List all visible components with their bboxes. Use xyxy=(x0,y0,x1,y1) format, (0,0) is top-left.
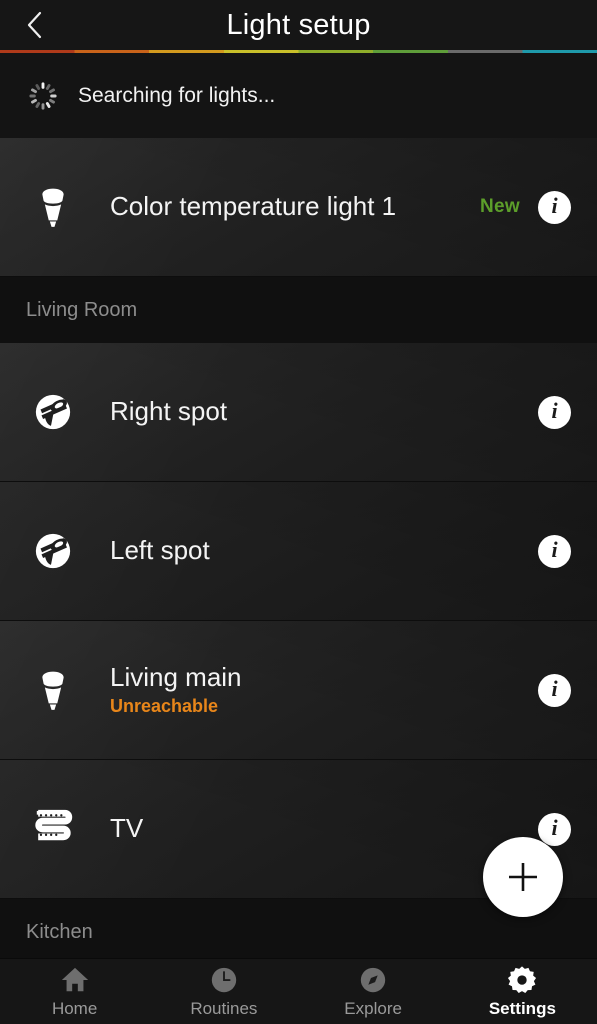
back-button[interactable] xyxy=(8,0,60,50)
room-name: Kitchen xyxy=(26,920,93,943)
light-type-icon xyxy=(26,663,80,717)
light-row-texts: TV xyxy=(110,813,538,844)
light-row[interactable]: Color temperature light 1 New i xyxy=(0,138,597,277)
light-row[interactable]: Living main Unreachable i xyxy=(0,621,597,760)
bottom-navigation: Home Routines Explore Settings xyxy=(0,958,597,1024)
room-name: Living Room xyxy=(26,298,138,321)
light-name: Color temperature light 1 xyxy=(110,191,397,222)
ceiling-spot-icon xyxy=(35,533,71,569)
light-row[interactable]: Left spot i xyxy=(0,482,597,621)
light-name: Living main xyxy=(110,661,242,692)
light-name: Right spot xyxy=(110,396,228,427)
plus-icon xyxy=(509,863,537,891)
light-status: Unreachable xyxy=(110,696,219,717)
light-row-actions: New i xyxy=(480,190,597,224)
nav-label: Home xyxy=(51,999,98,1018)
light-row-actions: i xyxy=(538,534,597,568)
app-header: Light setup xyxy=(0,0,597,50)
page-title: Light setup xyxy=(226,9,371,41)
light-name: TV xyxy=(110,813,144,844)
light-row-actions: i xyxy=(538,673,597,707)
home-icon xyxy=(61,967,88,992)
light-row-actions: i xyxy=(538,812,597,846)
info-icon[interactable]: i xyxy=(538,534,571,568)
light-name: Left spot xyxy=(110,535,210,566)
info-icon[interactable]: i xyxy=(538,395,571,429)
light-type-icon xyxy=(26,802,80,856)
clock-icon xyxy=(211,967,237,993)
searching-status-row: Searching for lights... xyxy=(0,53,597,138)
light-row-texts: Left spot xyxy=(110,535,538,566)
compass-icon-wrap xyxy=(358,964,388,996)
light-type-icon xyxy=(26,180,80,234)
info-icon[interactable]: i xyxy=(538,673,571,707)
light-row-texts: Living main Unreachable xyxy=(110,661,538,718)
info-icon-glyph: i xyxy=(551,398,558,423)
light-type-icon xyxy=(26,385,80,439)
light-row-texts: Color temperature light 1 xyxy=(110,191,480,222)
lightstrip-icon xyxy=(35,809,73,841)
home-icon-wrap xyxy=(60,964,90,996)
compass-icon xyxy=(360,967,386,993)
chevron-left-icon xyxy=(27,11,42,39)
info-icon[interactable]: i xyxy=(538,190,571,224)
clock-icon-wrap xyxy=(209,964,239,996)
bulb-spot-icon xyxy=(42,188,64,227)
light-row-texts: Right spot xyxy=(110,396,538,427)
nav-item-explore[interactable]: Explore xyxy=(299,959,448,1024)
info-icon-glyph: i xyxy=(551,537,558,562)
spinner-icon xyxy=(29,81,57,110)
nav-label: Routines xyxy=(190,999,258,1018)
light-setup-screen: Light setup Searching for lights... Colo… xyxy=(0,0,597,1024)
gear-icon-wrap xyxy=(507,964,537,996)
bulb-spot-icon xyxy=(42,671,64,710)
status-badge: New xyxy=(480,196,520,217)
light-type-icon xyxy=(26,524,80,578)
ceiling-spot-icon xyxy=(35,394,71,430)
light-row[interactable]: Right spot i xyxy=(0,343,597,482)
nav-item-settings[interactable]: Settings xyxy=(448,959,597,1024)
nav-label: Explore xyxy=(344,999,402,1018)
light-list[interactable]: Color temperature light 1 New i Living Room… xyxy=(0,138,597,958)
info-icon-glyph: i xyxy=(551,193,558,218)
gear-icon xyxy=(508,966,537,994)
info-icon-glyph: i xyxy=(551,676,558,701)
searching-label: Searching for lights... xyxy=(78,83,276,107)
light-row-actions: i xyxy=(538,395,597,429)
add-light-button[interactable] xyxy=(483,837,563,917)
nav-label: Settings xyxy=(488,999,556,1018)
room-section-header: Living Room xyxy=(0,277,597,343)
info-icon[interactable]: i xyxy=(538,812,571,846)
info-icon-glyph: i xyxy=(551,815,558,840)
nav-item-home[interactable]: Home xyxy=(0,959,149,1024)
nav-item-routines[interactable]: Routines xyxy=(149,959,298,1024)
